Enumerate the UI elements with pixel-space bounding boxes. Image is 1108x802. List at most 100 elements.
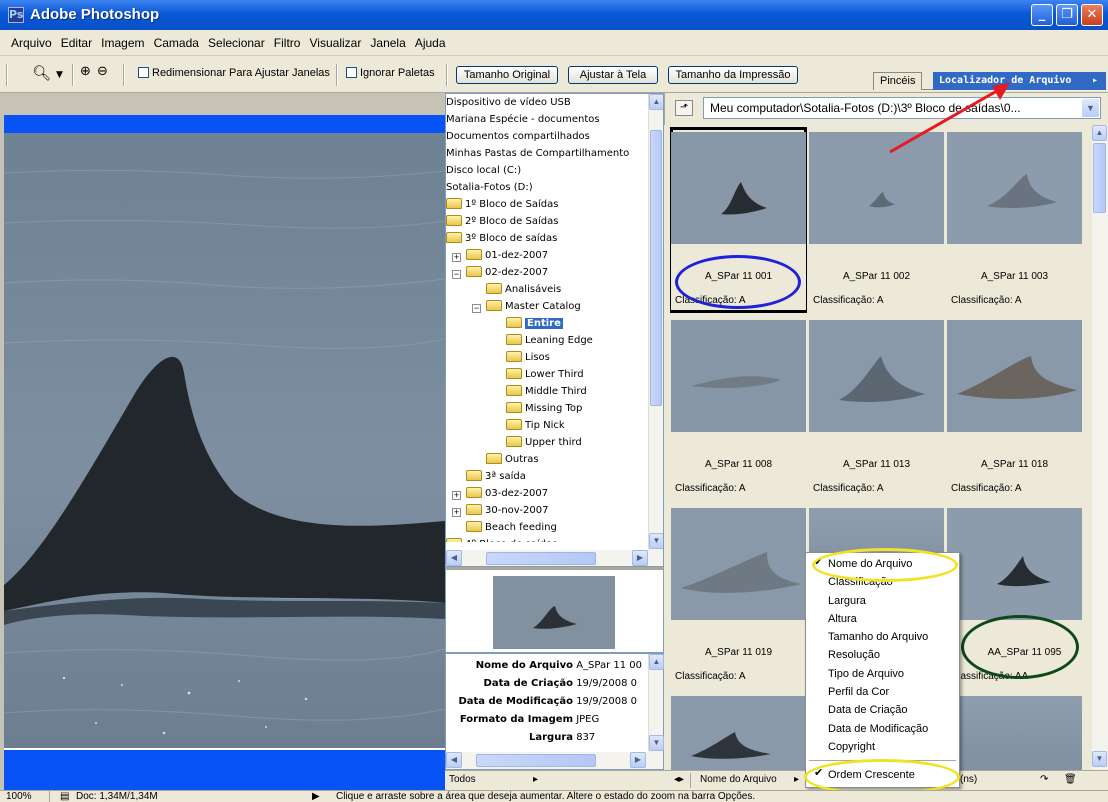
checkbox-box[interactable]: [346, 67, 357, 78]
scroll-thumb[interactable]: [486, 552, 596, 565]
menu-janela[interactable]: Janela: [367, 36, 408, 50]
menu-ajuda[interactable]: Ajuda: [412, 36, 449, 50]
grid-vertical-scrollbar[interactable]: ▲ ▼: [1092, 125, 1108, 770]
scroll-up-icon[interactable]: ▲: [649, 94, 663, 110]
menu-item-sort-width[interactable]: Largura: [806, 592, 959, 610]
tree-item[interactable]: Minhas Pastas de Compartilhamento: [446, 145, 629, 162]
thumbnail-cell[interactable]: A_SPar 11 013 Classificação: A: [808, 315, 945, 501]
minimize-icon[interactable]: _: [1031, 4, 1053, 26]
tree-horizontal-scrollbar[interactable]: ◀ ▶: [446, 550, 663, 566]
tree-item[interactable]: Sotalia-Fotos (D:): [446, 179, 533, 196]
menu-arquivo[interactable]: Arquivo: [8, 36, 55, 50]
thumbnail-cell[interactable]: A_SPar 11 019 Classificação: A: [670, 503, 807, 689]
menu-imagem[interactable]: Imagem: [98, 36, 147, 50]
scroll-down-icon[interactable]: ▼: [1092, 751, 1107, 767]
thumbnail-cell[interactable]: A_SPar 11 008 Classificação: A: [670, 315, 807, 501]
ignore-palettes-checkbox[interactable]: Ignorar Paletas: [346, 67, 435, 79]
menu-item-sort-copyright[interactable]: Copyright: [806, 738, 959, 756]
scroll-thumb[interactable]: [476, 754, 596, 767]
zoom-tool-icon[interactable]: 🔍︎: [32, 64, 51, 82]
folder-up-icon[interactable]: ⬏: [675, 100, 693, 116]
filter-dropdown[interactable]: Todos: [449, 774, 476, 785]
zoom-in-icon[interactable]: ⊕: [80, 64, 91, 79]
tree-item[interactable]: Tip Nick: [506, 417, 565, 434]
tree-item[interactable]: 03-dez-2007: [466, 485, 548, 502]
fit-screen-button[interactable]: Ajustar à Tela: [568, 66, 658, 84]
sort-by-dropdown[interactable]: Nome do Arquivo: [700, 771, 777, 789]
status-menu-arrow-icon[interactable]: ▶: [312, 791, 320, 802]
tree-vertical-scrollbar[interactable]: ▲ ▼: [648, 94, 663, 550]
tree-item[interactable]: Lisos: [506, 349, 550, 366]
collapse-minus-icon[interactable]: −: [472, 304, 481, 313]
tree-item[interactable]: Master Catalog: [486, 298, 581, 315]
tree-item[interactable]: 2º Bloco de Saídas: [446, 213, 558, 230]
menu-item-sort-modified[interactable]: Data de Modificação: [806, 720, 959, 738]
scroll-right-icon[interactable]: ▶: [630, 752, 646, 768]
scroll-left-icon[interactable]: ◀: [446, 550, 462, 566]
scroll-left-icon[interactable]: ◀: [446, 752, 462, 768]
menu-item-sort-created[interactable]: Data de Criação: [806, 701, 959, 719]
zoom-out-icon[interactable]: ⊖: [97, 64, 108, 79]
checkbox-box[interactable]: [138, 67, 149, 78]
menu-item-sort-file-type[interactable]: Tipo de Arquivo: [806, 665, 959, 683]
tree-item[interactable]: Documentos compartilhados: [446, 128, 590, 145]
tree-item[interactable]: Disco local (C:): [446, 162, 521, 179]
expand-plus-icon[interactable]: +: [452, 253, 461, 262]
thumbnail-cell[interactable]: [946, 691, 1083, 770]
scroll-down-icon[interactable]: ▼: [649, 533, 663, 549]
tree-item[interactable]: Lower Third: [506, 366, 584, 383]
tree-item[interactable]: 01-dez-2007: [466, 247, 548, 264]
menu-camada[interactable]: Camada: [151, 36, 202, 50]
tree-item[interactable]: Leaning Edge: [506, 332, 593, 349]
tree-item[interactable]: 02-dez-2007: [466, 264, 548, 281]
toggle-expanded-icon[interactable]: ◂▸: [674, 771, 684, 789]
collapse-minus-icon[interactable]: −: [452, 270, 461, 279]
scroll-thumb[interactable]: [1093, 143, 1106, 213]
chevron-down-icon[interactable]: ▼: [1082, 99, 1099, 117]
expand-plus-icon[interactable]: +: [452, 491, 461, 500]
expand-plus-icon[interactable]: +: [452, 508, 461, 517]
chevron-right-icon[interactable]: ▸: [794, 771, 799, 789]
chevron-down-icon[interactable]: ▼: [56, 70, 63, 80]
chevron-right-icon[interactable]: ▸: [533, 771, 538, 789]
menu-item-sort-height[interactable]: Altura: [806, 610, 959, 628]
print-size-button[interactable]: Tamanho da Impressão: [668, 66, 798, 84]
tree-item[interactable]: Beach feeding: [466, 519, 557, 536]
thumbnail-cell[interactable]: A_SPar 11 018 Classificação: A: [946, 315, 1083, 501]
menu-item-sort-resolution[interactable]: Resolução: [806, 646, 959, 664]
trash-icon[interactable]: 🗑︎: [1064, 771, 1077, 789]
dolphin-photo[interactable]: [4, 133, 445, 748]
close-icon[interactable]: ✕: [1081, 4, 1103, 26]
actual-pixels-button[interactable]: Tamanho Original: [456, 66, 558, 84]
menu-filtro[interactable]: Filtro: [271, 36, 304, 50]
menu-item-sort-color-profile[interactable]: Perfil da Cor: [806, 683, 959, 701]
maximize-icon[interactable]: ❐: [1056, 4, 1078, 26]
tree-item[interactable]: Upper third: [506, 434, 582, 451]
rotate-icon[interactable]: ↷: [1040, 771, 1048, 789]
scroll-right-icon[interactable]: ▶: [632, 550, 648, 566]
metadata-vertical-scrollbar[interactable]: ▲ ▼: [648, 654, 664, 752]
tree-item[interactable]: 1º Bloco de Saídas: [446, 196, 558, 213]
tree-item[interactable]: Missing Top: [506, 400, 582, 417]
document-title-bar[interactable]: [4, 115, 445, 133]
menu-visualizar[interactable]: Visualizar: [307, 36, 365, 50]
resize-windows-checkbox[interactable]: Redimensionar Para Ajustar Janelas: [138, 67, 330, 79]
scroll-up-icon[interactable]: ▲: [1092, 125, 1107, 141]
chevron-right-icon[interactable]: ▸: [1092, 72, 1098, 89]
tree-item[interactable]: Analisáveis: [486, 281, 561, 298]
menu-editar[interactable]: Editar: [58, 36, 95, 50]
tree-item[interactable]: 3º Bloco de saídas: [446, 230, 557, 247]
scroll-down-icon[interactable]: ▼: [649, 735, 664, 751]
tree-item[interactable]: 3ª saída: [466, 468, 526, 485]
thumbnail-cell[interactable]: [670, 691, 807, 770]
scroll-up-icon[interactable]: ▲: [649, 654, 664, 670]
tree-item[interactable]: Dispositivo de vídeo USB: [446, 94, 571, 111]
tree-item[interactable]: Middle Third: [506, 383, 587, 400]
zoom-level[interactable]: 100%: [6, 791, 50, 802]
tree-item[interactable]: Mariana Espécie - documentos: [446, 111, 600, 128]
tree-item[interactable]: 30-nov-2007: [466, 502, 549, 519]
tree-item[interactable]: Outras: [486, 451, 539, 468]
tree-item-selected[interactable]: Entire: [506, 315, 563, 332]
metadata-horizontal-scrollbar[interactable]: ◀ ▶: [446, 752, 663, 769]
scroll-thumb[interactable]: [650, 130, 662, 406]
